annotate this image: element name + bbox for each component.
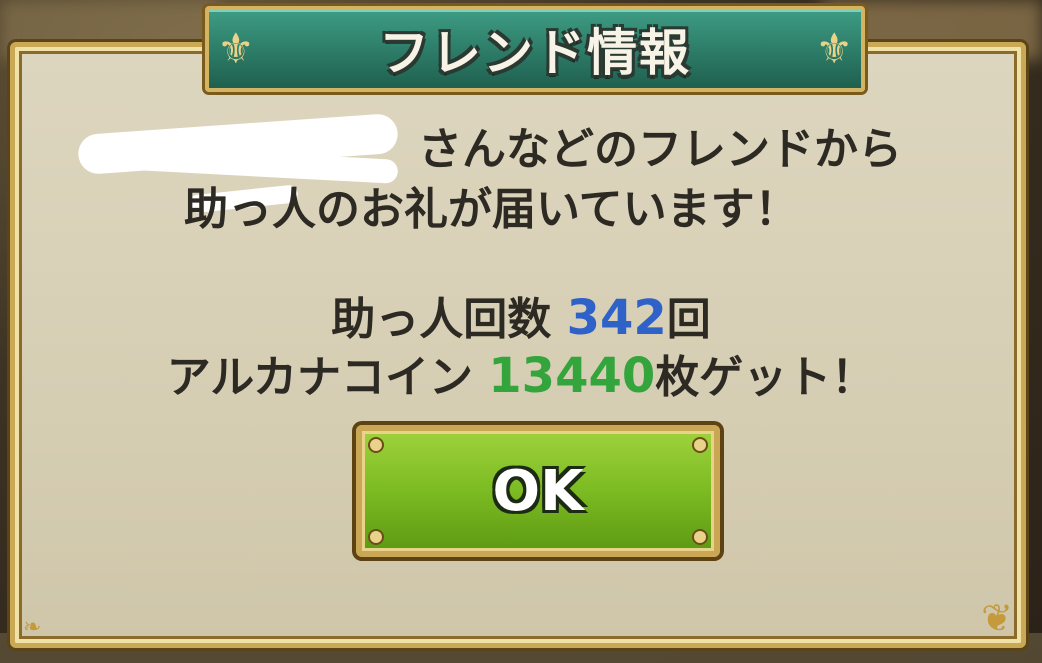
ok-button-label: OK — [492, 458, 584, 524]
coin-suffix: 枚ゲット！ — [655, 352, 876, 403]
coin-amount: 13440 — [488, 348, 656, 404]
coin-reward-line: アルカナコイン 13440枚ゲット！ — [0, 352, 1042, 400]
coin-label: アルカナコイン — [166, 352, 473, 403]
button-stud-icon — [694, 531, 706, 543]
helper-count-label: 助っ人回数 — [331, 294, 552, 345]
helper-count-value: 342 — [566, 290, 667, 346]
message-line-1: さんなどのフレンドから — [418, 124, 902, 175]
helper-count-unit: 回 — [666, 294, 711, 345]
corner-ornament-icon: ❧ — [23, 615, 42, 640]
button-stud-icon — [370, 531, 382, 543]
fleur-de-lis-icon: ⚜ — [815, 24, 853, 73]
scroll-curl-icon: ❦ — [981, 596, 1013, 640]
dialog-title-banner: ⚜ フレンド情報 ⚜ — [205, 6, 865, 92]
message-line-2: 助っ人のお礼が届いています！ — [184, 184, 799, 235]
fleur-de-lis-icon: ⚜ — [217, 24, 255, 73]
button-stud-icon — [370, 439, 382, 451]
dialog-title: フレンド情報 — [379, 24, 691, 82]
button-stud-icon — [694, 439, 706, 451]
ok-button[interactable]: OK — [356, 425, 720, 557]
helper-count-line: 助っ人回数 342回 — [0, 294, 1042, 342]
